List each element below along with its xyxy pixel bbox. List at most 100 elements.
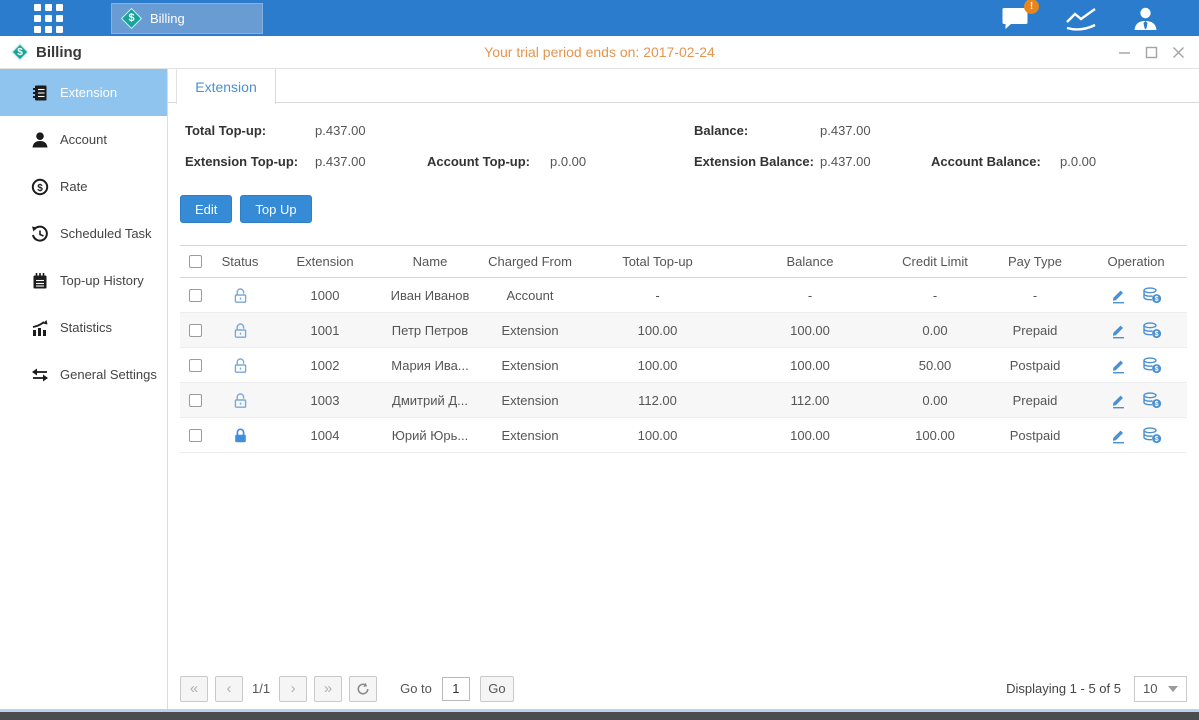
charged-from-cell: Extension	[480, 393, 580, 408]
sidebar: Extension Account $ Rate	[0, 69, 168, 709]
edit-row-icon[interactable]	[1110, 322, 1127, 339]
credit-limit-cell: 0.00	[885, 393, 985, 408]
svg-text:$: $	[1155, 366, 1159, 373]
col-total-topup: Total Top-up	[580, 254, 735, 269]
prev-page-button[interactable]: ‹	[215, 676, 243, 702]
sidebar-item-statistics[interactable]: Statistics	[0, 304, 167, 351]
svg-text:$: $	[1155, 331, 1159, 338]
svg-text:$: $	[37, 183, 43, 194]
window-controls	[1118, 46, 1185, 59]
total-topup-cell: 100.00	[580, 323, 735, 338]
row-checkbox[interactable]	[189, 359, 202, 372]
charged-from-cell: Extension	[480, 323, 580, 338]
pay-type-cell: Prepaid	[985, 323, 1085, 338]
col-extension: Extension	[270, 254, 380, 269]
topup-row-icon[interactable]: $	[1142, 287, 1162, 304]
statistics-icon	[31, 319, 49, 337]
dropdown-arrow-icon	[1168, 686, 1178, 692]
extension-topup-value: p.437.00	[315, 154, 366, 169]
maximize-icon[interactable]	[1145, 46, 1158, 59]
statistics-chart-icon[interactable]	[1064, 6, 1098, 31]
charged-from-cell: Extension	[480, 358, 580, 373]
edit-row-icon[interactable]	[1110, 287, 1127, 304]
topbar: $ Billing !	[0, 0, 1199, 36]
table-row: 1000 Иван Иванов Account - - - - $	[180, 278, 1187, 313]
account-topup-value: p.0.00	[550, 154, 586, 169]
trial-notice: Your trial period ends on: 2017-02-24	[484, 44, 715, 60]
row-checkbox[interactable]	[189, 289, 202, 302]
table-row: 1004 Юрий Юрь... Extension 100.00 100.00…	[180, 418, 1187, 453]
row-checkbox[interactable]	[189, 324, 202, 337]
extension-cell: 1002	[270, 358, 380, 373]
chat-icon[interactable]: !	[1001, 6, 1030, 30]
goto-page-input[interactable]	[442, 677, 470, 701]
titlebar: $ Billing Your trial period ends on: 201…	[0, 36, 1199, 69]
extension-cell: 1004	[270, 428, 380, 443]
refresh-icon	[356, 682, 370, 696]
row-checkbox[interactable]	[189, 394, 202, 407]
svg-text:$: $	[1155, 436, 1159, 443]
topup-row-icon[interactable]: $	[1142, 322, 1162, 339]
topup-row-icon[interactable]: $	[1142, 357, 1162, 374]
balance-cell: 112.00	[735, 393, 885, 408]
select-all-checkbox[interactable]	[189, 255, 202, 268]
col-charged-from: Charged From	[480, 254, 580, 269]
app-launcher-icon[interactable]	[34, 4, 65, 33]
charged-from-cell: Account	[480, 288, 580, 303]
sidebar-item-topup-history[interactable]: Top-up History	[0, 257, 167, 304]
edit-row-icon[interactable]	[1110, 427, 1127, 444]
charged-from-cell: Extension	[480, 428, 580, 443]
last-page-button[interactable]: »	[314, 676, 342, 702]
notification-badge: !	[1024, 0, 1039, 14]
lock-status-icon[interactable]	[232, 322, 249, 339]
account-balance-value: p.0.00	[1060, 154, 1096, 169]
top-up-button[interactable]: Top Up	[240, 195, 311, 223]
go-button[interactable]: Go	[480, 676, 514, 702]
account-icon	[31, 131, 49, 149]
balance-label: Balance:	[694, 123, 748, 138]
lock-status-icon[interactable]	[232, 427, 249, 444]
lock-status-icon[interactable]	[232, 392, 249, 409]
col-balance: Balance	[735, 254, 885, 269]
refresh-button[interactable]	[349, 676, 377, 702]
first-page-button[interactable]: «	[180, 676, 208, 702]
edit-row-icon[interactable]	[1110, 357, 1127, 374]
page-size-select[interactable]: 10	[1134, 676, 1187, 702]
name-cell: Дмитрий Д...	[380, 393, 480, 408]
next-page-button[interactable]: ›	[279, 676, 307, 702]
balance-summary: Total Top-up: p.437.00 Balance: p.437.00…	[180, 117, 1187, 179]
topup-row-icon[interactable]: $	[1142, 392, 1162, 409]
sidebar-item-general-settings[interactable]: General Settings	[0, 351, 167, 398]
minimize-icon[interactable]	[1118, 46, 1131, 59]
lock-status-icon[interactable]	[232, 357, 249, 374]
topup-row-icon[interactable]: $	[1142, 427, 1162, 444]
balance-cell: 100.00	[735, 428, 885, 443]
user-icon[interactable]	[1132, 6, 1159, 31]
action-buttons: Edit Top Up	[180, 195, 1187, 223]
total-topup-label: Total Top-up:	[185, 123, 266, 138]
topup-history-icon	[31, 272, 49, 290]
edit-row-icon[interactable]	[1110, 392, 1127, 409]
edit-button[interactable]: Edit	[180, 195, 232, 223]
topbar-billing-tab[interactable]: $ Billing	[111, 3, 263, 34]
lock-status-icon[interactable]	[232, 287, 249, 304]
col-name: Name	[380, 254, 480, 269]
table-row: 1001 Петр Петров Extension 100.00 100.00…	[180, 313, 1187, 348]
account-topup-label: Account Top-up:	[427, 154, 530, 169]
window-title: Billing	[36, 44, 82, 61]
total-topup-cell: 112.00	[580, 393, 735, 408]
sidebar-item-rate[interactable]: $ Rate	[0, 163, 167, 210]
page-size-value: 10	[1143, 681, 1157, 696]
sidebar-item-account[interactable]: Account	[0, 116, 167, 163]
pay-type-cell: Postpaid	[985, 428, 1085, 443]
account-balance-label: Account Balance:	[931, 154, 1041, 169]
billing-diamond-icon: $	[121, 8, 142, 29]
sidebar-item-scheduled-task[interactable]: Scheduled Task	[0, 210, 167, 257]
sidebar-item-extension[interactable]: Extension	[0, 69, 167, 116]
close-icon[interactable]	[1172, 46, 1185, 59]
tab-extension[interactable]: Extension	[176, 69, 276, 104]
rate-icon: $	[31, 178, 49, 196]
row-checkbox[interactable]	[189, 429, 202, 442]
table-row: 1003 Дмитрий Д... Extension 112.00 112.0…	[180, 383, 1187, 418]
table-row: 1002 Мария Ива... Extension 100.00 100.0…	[180, 348, 1187, 383]
